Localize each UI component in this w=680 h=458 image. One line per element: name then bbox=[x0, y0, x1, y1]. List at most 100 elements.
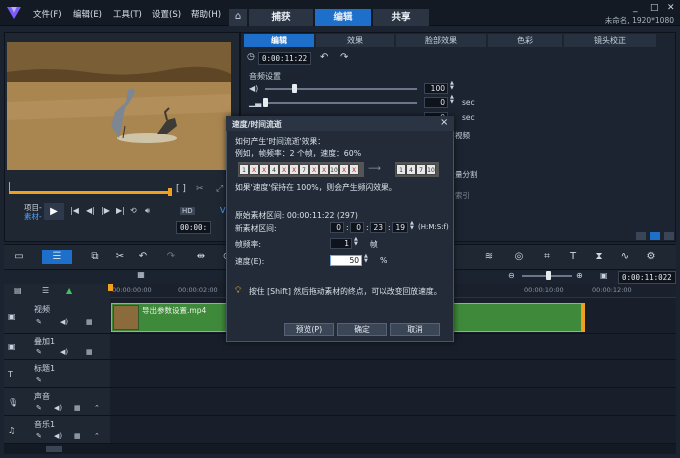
overlay-edit-icon[interactable]: ✎ bbox=[36, 348, 42, 356]
clip-end-handle[interactable] bbox=[581, 303, 585, 332]
volume-slider-thumb[interactable] bbox=[292, 84, 297, 93]
side-option-video[interactable]: 视频 bbox=[455, 130, 470, 141]
cancel-button[interactable]: 取消 bbox=[390, 323, 440, 336]
menu-tools[interactable]: 工具(T) bbox=[113, 8, 142, 20]
panel-icon-2[interactable] bbox=[650, 232, 660, 240]
video-edit-icon[interactable]: ✎ bbox=[36, 318, 42, 326]
new-duration-seconds[interactable]: 23 bbox=[370, 222, 386, 233]
track-lane-voice[interactable] bbox=[110, 388, 676, 416]
mask-icon[interactable]: ◎ bbox=[512, 250, 526, 264]
panel-icon-1[interactable] bbox=[636, 232, 646, 240]
track-lane-title[interactable] bbox=[110, 360, 676, 388]
track-options-icon[interactable]: ☰ bbox=[42, 286, 49, 295]
mixer-icon[interactable]: ⧗ bbox=[592, 250, 606, 264]
home-tab-icon[interactable]: ⌂ bbox=[229, 9, 247, 26]
video-track-toggle[interactable]: V bbox=[220, 206, 225, 215]
frame-rate-spin-icon[interactable]: ▲ ▼ bbox=[354, 237, 358, 247]
player-timecode[interactable]: 00:00: bbox=[176, 221, 212, 234]
new-duration-frames[interactable]: 19 bbox=[392, 222, 408, 233]
fade-in-spin-icon[interactable]: ▲ ▼ bbox=[450, 95, 454, 105]
voice-grid-icon[interactable]: ▦ bbox=[74, 404, 81, 412]
skip-start-icon[interactable]: |◀ bbox=[70, 206, 79, 215]
music-edit-icon[interactable]: ✎ bbox=[36, 432, 42, 440]
clip-duration-timecode[interactable]: 0:00:11:22 bbox=[258, 52, 312, 65]
music-grid-icon[interactable]: ▦ bbox=[74, 432, 81, 440]
fade-in-thumb[interactable] bbox=[263, 98, 268, 107]
track-manager-icon[interactable]: ▦ bbox=[134, 268, 148, 282]
volume-spin-icon[interactable]: ▲ ▼ bbox=[450, 81, 454, 91]
speed-input[interactable]: 50 bbox=[330, 255, 362, 266]
timeline-view-icon[interactable]: ☰ bbox=[42, 250, 72, 264]
fit-icon[interactable]: ⇹ bbox=[194, 250, 208, 264]
volume-input[interactable]: 100 bbox=[424, 83, 448, 94]
new-duration-minutes[interactable]: 0 bbox=[350, 222, 364, 233]
subtab-effect[interactable]: 效果 bbox=[316, 34, 394, 47]
redo-icon[interactable]: ↷ bbox=[164, 250, 178, 264]
tools-icon[interactable]: ✂ bbox=[113, 250, 127, 264]
voice-mute-icon[interactable]: ◀) bbox=[54, 404, 62, 412]
fullscreen-icon[interactable]: ⤢ bbox=[216, 184, 223, 194]
minimize-icon[interactable]: _ bbox=[633, 3, 638, 13]
music-mute-icon[interactable]: ◀) bbox=[54, 432, 62, 440]
subtab-color[interactable]: 色彩 bbox=[488, 34, 562, 47]
side-option-split[interactable]: 量分割 bbox=[455, 169, 478, 180]
playhead-marker[interactable] bbox=[108, 284, 113, 291]
next-frame-icon[interactable]: |▶ bbox=[101, 206, 110, 215]
video-mute-icon[interactable]: ◀) bbox=[60, 318, 68, 326]
track-list-icon[interactable]: ▤ bbox=[14, 286, 22, 295]
close-window-icon[interactable]: ✕ bbox=[667, 3, 675, 13]
rotate-right-icon[interactable]: ↷ bbox=[340, 52, 348, 63]
menu-help[interactable]: 帮助(H) bbox=[191, 8, 221, 20]
undo-icon[interactable]: ↶ bbox=[136, 250, 150, 264]
zoom-out-icon[interactable]: ⊖ bbox=[508, 271, 515, 280]
overlay-grid-icon[interactable]: ▦ bbox=[86, 348, 93, 356]
title-icon[interactable]: T bbox=[566, 250, 580, 264]
skip-end-icon[interactable]: ▶| bbox=[116, 206, 125, 215]
volume-icon[interactable]: 🔊︎ bbox=[145, 206, 150, 216]
fade-in-slider[interactable] bbox=[265, 102, 417, 104]
tab-capture[interactable]: 捕获 bbox=[249, 9, 313, 26]
audio-wave-icon[interactable]: ∿ bbox=[618, 250, 632, 264]
track-lane-music[interactable] bbox=[110, 416, 676, 444]
dialog-close-icon[interactable]: × bbox=[440, 117, 448, 128]
menu-settings[interactable]: 设置(S) bbox=[152, 8, 181, 20]
menu-edit[interactable]: 编辑(E) bbox=[73, 8, 102, 20]
maximize-icon[interactable]: □ bbox=[650, 3, 659, 13]
prev-frame-icon[interactable]: ◀| bbox=[86, 206, 95, 215]
zoom-in-icon[interactable]: ⊕ bbox=[576, 271, 583, 280]
panel-icon-3[interactable] bbox=[664, 232, 674, 240]
bracket-icons[interactable]: [ ] bbox=[176, 184, 186, 194]
speed-spin-icon[interactable]: ▲ ▼ bbox=[364, 254, 368, 264]
subtab-lens-correction[interactable]: 镜头校正 bbox=[564, 34, 656, 47]
title-edit-icon[interactable]: ✎ bbox=[36, 376, 42, 384]
mode-clip[interactable]: 素材- bbox=[24, 211, 42, 222]
new-duration-hours[interactable]: 0 bbox=[330, 222, 344, 233]
timeline-timecode[interactable]: 0:00:11:022 bbox=[618, 271, 676, 284]
voice-edit-icon[interactable]: ✎ bbox=[36, 404, 42, 412]
preview-button[interactable]: 预览(P) bbox=[284, 323, 334, 336]
settings-icon[interactable]: ⚙ bbox=[644, 250, 658, 264]
ok-button[interactable]: 确定 bbox=[337, 323, 387, 336]
scroll-thumb[interactable] bbox=[46, 446, 62, 452]
zoom-slider-thumb[interactable] bbox=[546, 271, 551, 280]
tab-edit[interactable]: 编辑 bbox=[315, 9, 371, 26]
motion-icon[interactable]: ≋ bbox=[482, 250, 496, 264]
hd-badge[interactable]: HD bbox=[180, 207, 195, 215]
side-option-index[interactable]: 索引 bbox=[455, 190, 470, 201]
subtab-face-effect[interactable]: 脸部效果 bbox=[396, 34, 486, 47]
repeat-icon[interactable]: ⟲ bbox=[130, 206, 137, 215]
video-grid-icon[interactable]: ▦ bbox=[86, 318, 93, 326]
volume-slider[interactable] bbox=[265, 88, 417, 90]
play-icon[interactable]: ▶ bbox=[44, 203, 64, 220]
frame-rate-input[interactable]: 1 bbox=[330, 238, 352, 249]
fit-project-icon[interactable]: ▣ bbox=[600, 271, 608, 280]
timeline-scrollbar[interactable] bbox=[4, 444, 676, 454]
overlay-mute-icon[interactable]: ◀) bbox=[60, 348, 68, 356]
copy-icon[interactable]: ⧉ bbox=[88, 250, 102, 264]
add-track-icon[interactable]: ▲ bbox=[66, 286, 72, 295]
scrub-bar[interactable] bbox=[9, 191, 169, 194]
mark-out-handle[interactable] bbox=[168, 188, 172, 196]
tab-share[interactable]: 共享 bbox=[373, 9, 429, 26]
rotate-left-icon[interactable]: ↶ bbox=[320, 52, 328, 63]
fade-in-input[interactable]: 0 bbox=[424, 97, 448, 108]
